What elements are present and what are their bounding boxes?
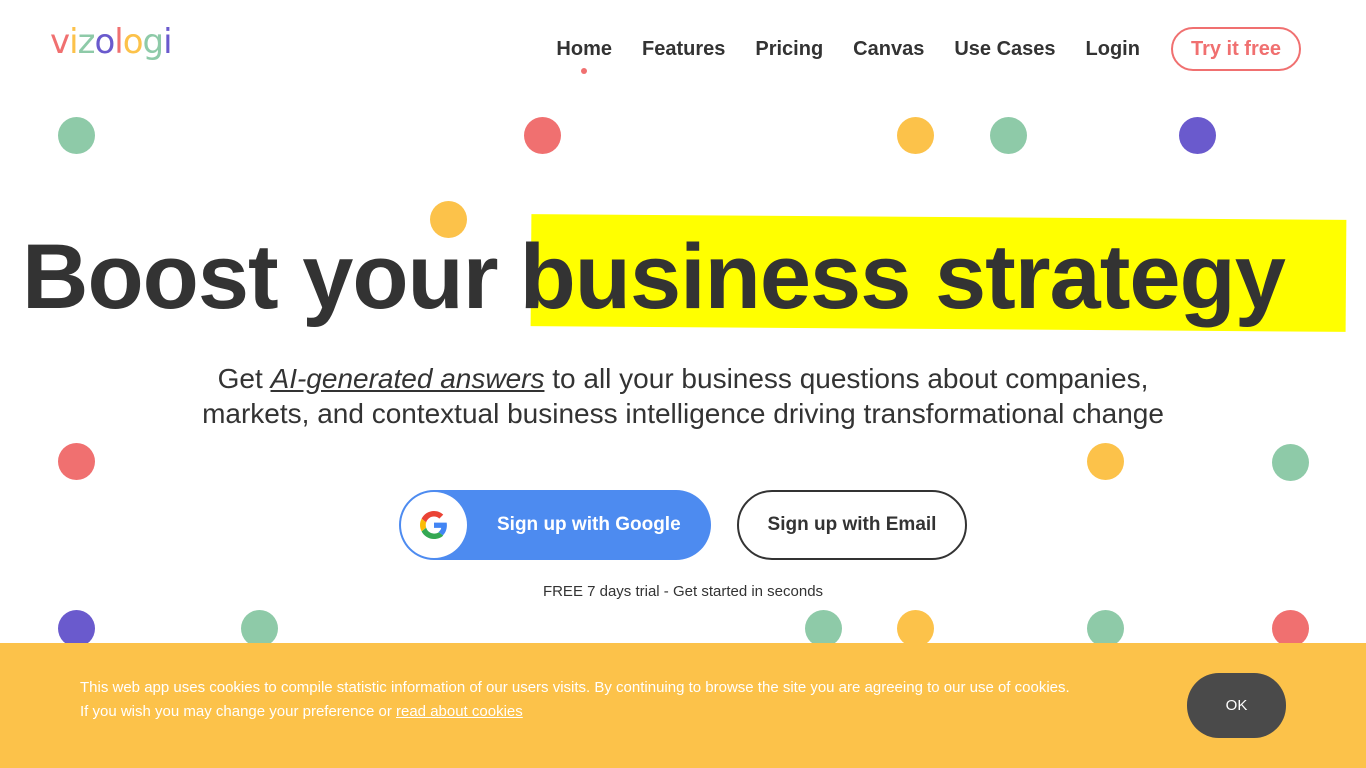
vizologi-logo[interactable]: vizologi [50,22,173,70]
sign-up-google-button[interactable]: Sign up with Google [399,490,711,560]
decor-dot [524,117,561,154]
decor-dot [897,117,934,154]
logo-letter: o [122,22,144,62]
decor-dot [897,610,934,647]
logo-letter: z [77,22,96,62]
headline-plain: Boost your [22,225,499,328]
logo-letter: v [50,22,70,62]
read-about-cookies-link[interactable]: read about cookies [396,703,523,720]
cookie-message: This web app uses cookies to compile sta… [80,679,1070,720]
google-g-icon [420,511,447,539]
decor-dot [990,117,1027,154]
nav-features[interactable]: Features [642,38,725,61]
decor-dot [805,610,842,647]
logo-letter: o [94,22,115,62]
headline-highlight-text: business strategy [519,225,1286,328]
sign-up-email-button[interactable]: Sign up with Email [737,490,967,560]
trial-note: FREE 7 days trial - Get started in secon… [542,583,824,600]
logo-letter: g [142,22,165,62]
nav-pricing[interactable]: Pricing [755,38,823,61]
logo-letter: l [114,22,124,62]
logo-letter: i [163,22,173,62]
ai-answers-link[interactable]: AI-generated answers [271,363,545,394]
decor-dot [58,610,95,647]
decor-dot [58,443,95,480]
decor-dot [1087,610,1124,647]
cookie-banner: This web app uses cookies to compile sta… [0,643,1366,768]
hero-subtitle: Get AI-generated answers to all your bus… [200,361,1166,431]
google-button-label: Sign up with Google [497,514,681,535]
nav-login[interactable]: Login [1086,38,1140,61]
logo-letter: i [69,22,79,62]
google-icon-wrap [401,492,467,558]
cookie-ok-button[interactable]: OK [1187,673,1286,738]
decor-dot [241,610,278,647]
nav-home[interactable]: Home [556,38,612,74]
decor-dot [1087,443,1124,480]
cookie-text: This web app uses cookies to compile sta… [80,676,1080,724]
try-it-free-button[interactable]: Try it free [1170,27,1301,71]
decor-dot [58,117,95,154]
nav-use-cases[interactable]: Use Cases [954,38,1055,61]
subtitle-prefix: Get [217,363,271,394]
main-nav: Home Features Pricing Canvas Use Cases L… [526,27,1301,74]
decor-dot [1272,444,1309,481]
decor-dot [1179,117,1216,154]
hero-headline: Boost your business strategy [22,222,1286,332]
nav-canvas[interactable]: Canvas [853,38,924,61]
decor-dot [1272,610,1309,647]
